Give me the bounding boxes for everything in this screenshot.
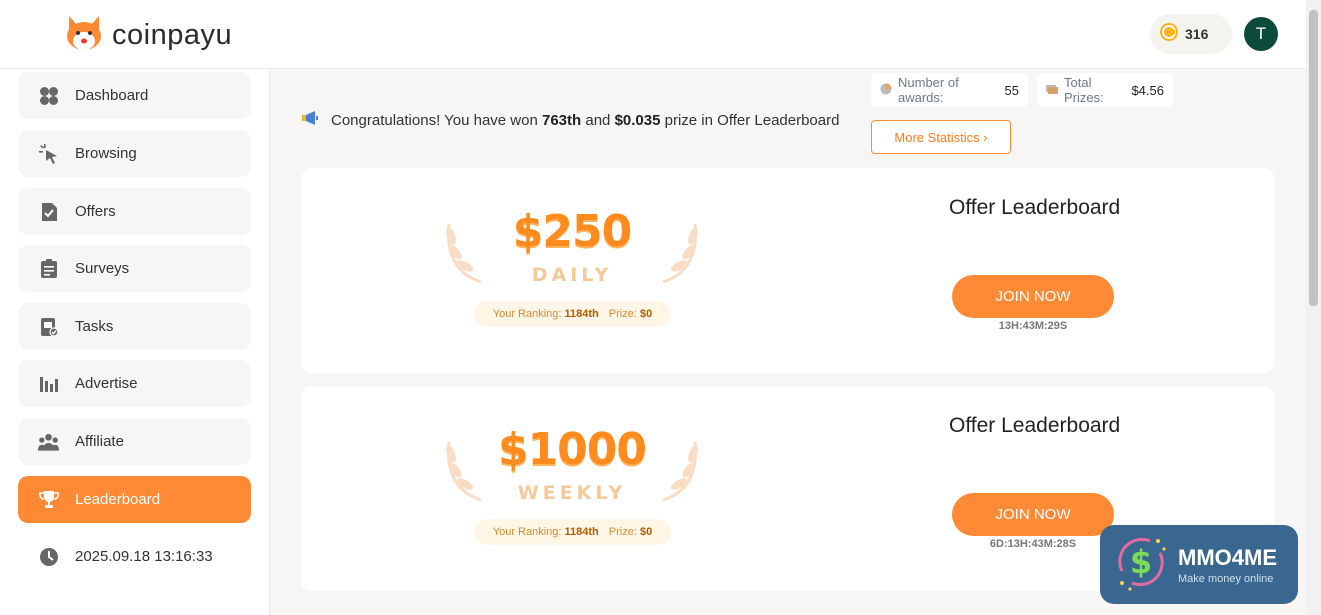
sidebar: Dashboard Browsing Offers Surveys Tasks …: [0, 69, 270, 615]
server-clock: 2025.09.18 13:16:33: [18, 533, 251, 580]
sidebar-item-label: Surveys: [75, 260, 130, 277]
congrats-suffix: prize in Offer Leaderboard: [664, 111, 840, 129]
ranking-value: 1184th: [564, 526, 599, 538]
sidebar-item-browsing[interactable]: Browsing: [18, 130, 251, 177]
weekly-join-now-button[interactable]: JOIN NOW: [952, 493, 1114, 536]
surveys-icon: [38, 258, 59, 279]
sidebar-item-surveys[interactable]: Surveys: [18, 245, 251, 292]
top-header: coinpayu 316 T: [0, 0, 1306, 69]
page-scrollbar-thumb[interactable]: [1309, 10, 1318, 306]
weekly-ranking-pill: Your Ranking: 1184th Prize: $0: [474, 519, 671, 545]
daily-join-now-button[interactable]: JOIN NOW: [952, 275, 1114, 318]
congrats-middle: and: [585, 111, 611, 129]
watermark-subtitle: Make money online: [1178, 572, 1274, 585]
affiliate-icon: [38, 431, 59, 452]
clock-icon: [38, 546, 59, 567]
sidebar-item-offers[interactable]: Offers: [18, 188, 251, 235]
prize-info: Prize: $0: [609, 526, 652, 538]
awards-count-box: Number of awards: 55: [871, 73, 1028, 107]
coin-balance-value: 316: [1185, 26, 1209, 42]
weekly-prize-period: WEEKLY: [517, 482, 627, 504]
coin-balance[interactable]: 316: [1150, 14, 1232, 54]
total-prizes-label: Total Prizes:: [1064, 75, 1104, 105]
ranking-info: Your Ranking: 1184th: [493, 308, 599, 320]
sidebar-item-label: Affiliate: [75, 433, 124, 450]
fox-logo-icon: [64, 14, 104, 57]
congrats-prefix: Congratulations! You have won: [331, 111, 538, 129]
sidebar-item-tasks[interactable]: Tasks: [18, 303, 251, 350]
sidebar-item-leaderboard[interactable]: Leaderboard: [18, 476, 251, 523]
sidebar-item-affiliate[interactable]: Affiliate: [18, 418, 251, 465]
prize-info: Prize: $0: [609, 308, 652, 320]
cursor-icon: [38, 143, 59, 164]
daily-leaderboard-card: $250 DAILY Your Ranking: 1184th Prize: $…: [301, 168, 1274, 373]
awards-value: 55: [1004, 82, 1019, 98]
prize-value: $0: [639, 308, 653, 320]
server-datetime: 2025.09.18 13:16:33: [75, 548, 213, 565]
sidebar-item-label: Dashboard: [75, 87, 149, 104]
ranking-label: Your Ranking:: [492, 308, 562, 320]
money-icon: [1046, 83, 1058, 98]
brand-name: coinpayu: [112, 19, 233, 51]
weekly-prize-amount: $1000: [497, 424, 647, 475]
prize-label: Prize:: [608, 526, 637, 538]
daily-prize-period: DAILY: [531, 264, 613, 286]
ranking-value: 1184th: [564, 308, 599, 320]
congrats-banner: Congratulations! You have won 763th and …: [301, 110, 839, 130]
offers-icon: [38, 201, 59, 222]
trophy-icon: [38, 489, 59, 510]
megaphone-icon: [301, 110, 319, 130]
weekly-prize-art: $1000 WEEKLY: [441, 424, 703, 514]
user-avatar[interactable]: T: [1244, 17, 1278, 51]
total-prizes-value: $4.56: [1131, 82, 1164, 98]
tasks-icon: [38, 316, 59, 337]
daily-countdown-timer: 13H:43M:29S: [998, 320, 1068, 332]
ranking-info: Your Ranking: 1184th: [493, 526, 599, 538]
weekly-countdown-timer: 6D:13H:43M:28S: [989, 538, 1077, 550]
dollar-cycle-icon: $: [1110, 531, 1172, 598]
congrats-text: Congratulations! You have won 763th and …: [331, 112, 839, 129]
coin-icon: [1159, 22, 1179, 47]
ranking-label: Your Ranking:: [492, 526, 562, 538]
awards-label: Number of awards:: [898, 75, 959, 105]
sidebar-item-dashboard[interactable]: Dashboard: [18, 72, 251, 119]
total-prizes-box: Total Prizes: $4.56: [1037, 73, 1173, 107]
watermark-badge: $ MMO4ME Make money online: [1100, 525, 1298, 604]
pie-chart-icon: [880, 83, 892, 98]
prize-label: Prize:: [608, 308, 637, 320]
congrats-rank: 763th: [542, 111, 582, 129]
congrats-amount: $0.035: [614, 111, 661, 129]
daily-ranking-pill: Your Ranking: 1184th Prize: $0: [474, 301, 671, 327]
sidebar-item-label: Offers: [75, 203, 116, 220]
more-statistics-button[interactable]: More Statistics ›: [871, 120, 1011, 154]
watermark-title: MMO4ME: [1178, 544, 1277, 570]
sidebar-item-advertise[interactable]: Advertise: [18, 360, 251, 407]
sidebar-item-label: Advertise: [75, 375, 138, 392]
weekly-card-title: Offer Leaderboard: [949, 414, 1121, 437]
sidebar-item-label: Leaderboard: [75, 491, 161, 508]
sidebar-item-label: Tasks: [75, 318, 114, 335]
advertise-icon: [38, 373, 59, 394]
daily-prize-amount: $250: [512, 206, 632, 257]
watermark-text: MMO4ME Make money online: [1178, 545, 1277, 585]
dashboard-icon: [38, 85, 59, 106]
brand-logo[interactable]: coinpayu: [64, 14, 232, 57]
svg-text:$: $: [1130, 543, 1152, 581]
daily-prize-art: $250 DAILY: [441, 206, 703, 296]
sidebar-item-label: Browsing: [75, 145, 137, 162]
prize-value: $0: [639, 526, 653, 538]
daily-card-title: Offer Leaderboard: [949, 196, 1121, 219]
